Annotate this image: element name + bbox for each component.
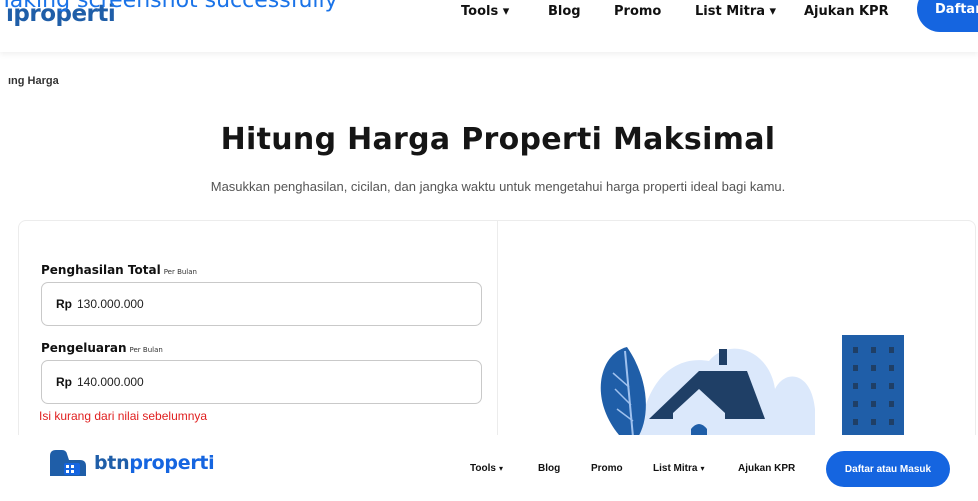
register-login-button[interactable]: Daftar atau Masuk — [826, 451, 950, 487]
screenshot-overlay-text: Taking screenshot successfully — [0, 0, 338, 13]
expense-value[interactable]: 140.000.000 — [77, 375, 144, 389]
nav-tools[interactable]: Tools ▾ — [470, 463, 503, 474]
top-nav-promo[interactable]: Promo — [614, 4, 661, 19]
nav-promo[interactable]: Promo — [591, 463, 623, 474]
brand-text-properti: properti — [129, 452, 215, 474]
nav-list-mitra-label: List Mitra — [653, 463, 698, 474]
income-value[interactable]: 130.000.000 — [77, 297, 144, 311]
calculator-card: Penghasilan Total Per Bulan Rp 130.000.00… — [18, 220, 976, 451]
top-register-button[interactable]: Daftar — [917, 0, 978, 32]
top-nav-blog[interactable]: Blog — [548, 4, 581, 19]
expense-unit: Per Bulan — [129, 346, 163, 354]
income-input[interactable]: Rp 130.000.000 — [41, 282, 482, 326]
top-nav-ajukan-kpr[interactable]: Ajukan KPR — [804, 4, 889, 19]
page-title: Hitung Harga Properti Maksimal — [220, 122, 776, 157]
card-divider — [497, 221, 498, 451]
brand-text: btnproperti — [94, 452, 215, 474]
brand-logo[interactable]: btnproperti — [46, 446, 215, 480]
btn-logo-icon — [50, 450, 86, 476]
sticky-header: btnproperti Tools ▾ Blog Promo List Mitra… — [0, 435, 978, 501]
top-nav-tools[interactable]: Tools ▾ — [461, 4, 509, 19]
chimney — [719, 349, 727, 365]
top-header: ıproperti Taking screenshot successfully… — [0, 0, 978, 52]
chevron-down-icon: ▾ — [498, 464, 503, 473]
expense-error-message: Isi kurang dari nilai sebelumnya — [39, 409, 208, 423]
nav-list-mitra[interactable]: List Mitra ▾ — [653, 463, 704, 474]
leaf-shape — [600, 347, 646, 439]
expense-input[interactable]: Rp 140.000.000 — [41, 360, 482, 404]
nav-tools-label: Tools — [470, 463, 496, 474]
chevron-down-icon: ▾ — [700, 464, 705, 473]
income-label: Penghasilan Total Per Bulan — [41, 263, 197, 277]
income-currency: Rp — [56, 297, 72, 311]
nav-ajukan-kpr[interactable]: Ajukan KPR — [738, 463, 795, 474]
page-subtitle: Masukkan penghasilan, cicilan, dan jangk… — [210, 179, 786, 194]
expense-currency: Rp — [56, 375, 72, 389]
expense-label: Pengeluaran Per Bulan — [41, 341, 163, 355]
expense-label-text: Pengeluaran — [41, 341, 127, 355]
breadcrumb[interactable]: ıng Harga — [8, 75, 59, 87]
income-label-text: Penghasilan Total — [41, 263, 161, 277]
top-nav-list-mitra[interactable]: List Mitra ▾ — [695, 4, 776, 19]
income-unit: Per Bulan — [163, 268, 197, 276]
nav-blog[interactable]: Blog — [538, 463, 560, 474]
brand-text-btn: btn — [94, 452, 130, 474]
house-illustration — [600, 335, 904, 451]
